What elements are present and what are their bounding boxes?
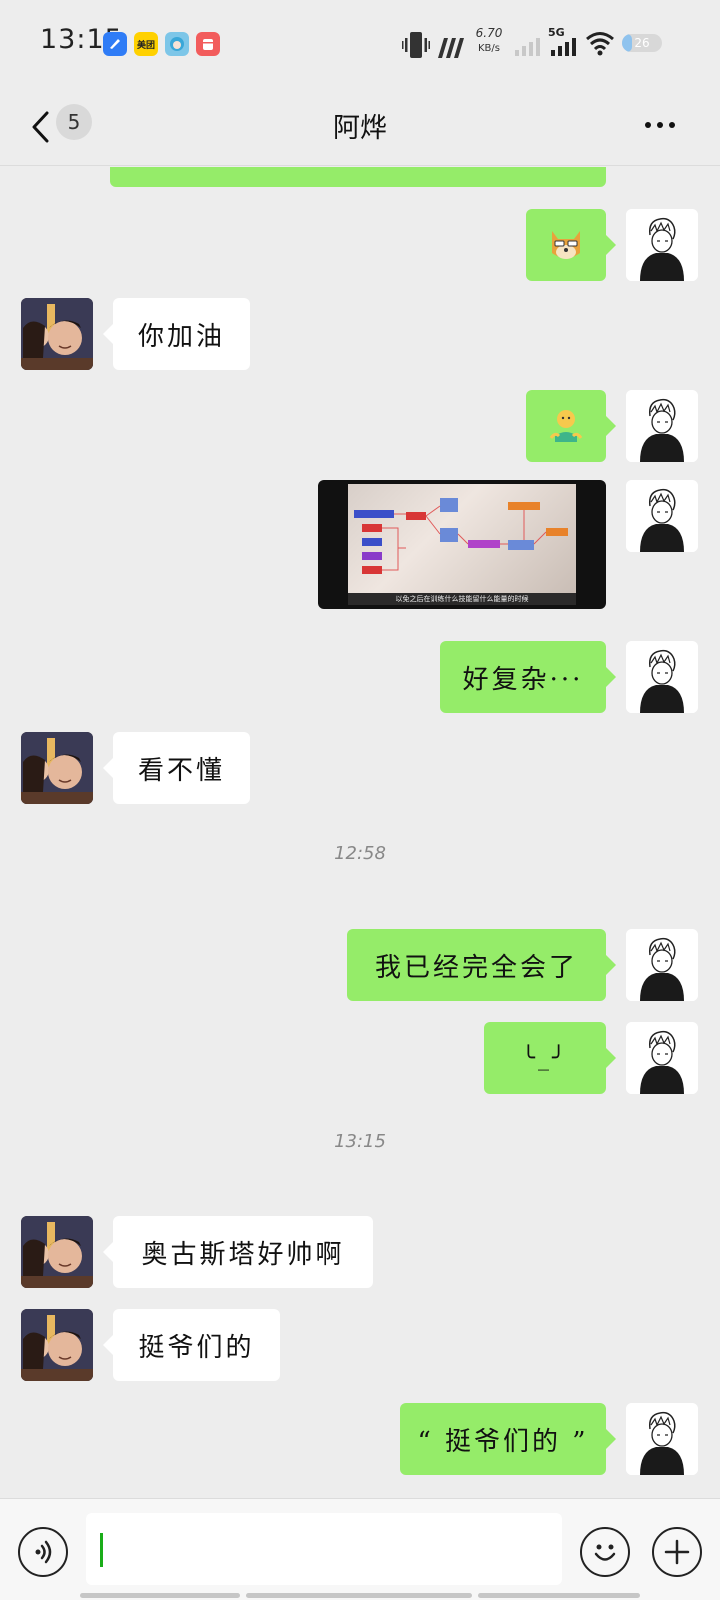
message-bubble-text[interactable]: “ 挺爷们的 ” — [400, 1403, 616, 1475]
message-bubble-sticker[interactable] — [526, 209, 616, 281]
self-avatar[interactable] — [626, 1022, 698, 1094]
message-list[interactable]: 你加油 以免之后在训练什么技能留什么能量的时候 好复杂··· 看不懂 12:58… — [0, 167, 720, 1497]
message-text: 奥古斯塔好帅啊 — [141, 1239, 345, 1270]
contact-avatar[interactable] — [21, 298, 93, 370]
message-bubble-sticker[interactable] — [526, 390, 616, 462]
gesture-bar-left — [80, 1593, 240, 1598]
battery-icon: 26 — [622, 34, 662, 52]
message-bubble-text[interactable]: 看不懂 — [103, 732, 250, 804]
smiley-icon — [594, 1544, 616, 1561]
contact-avatar[interactable] — [21, 1216, 93, 1288]
video-caption: 以免之后在训练什么技能留什么能量的时候 — [348, 593, 576, 605]
signal-5g-icon: 5G — [548, 26, 580, 58]
message-input[interactable] — [86, 1513, 562, 1585]
message-text: 好复杂··· — [462, 664, 584, 695]
more-functions-button[interactable] — [652, 1527, 702, 1577]
message-text: 你加油 — [137, 321, 225, 352]
message-text: 看不懂 — [137, 755, 225, 786]
chat-title: 阿烨 — [333, 113, 387, 144]
plus-icon — [664, 1539, 690, 1565]
video-frame — [348, 484, 576, 594]
input-bar — [0, 1498, 720, 1600]
message-text: 我已经完全会了 — [374, 952, 578, 983]
self-avatar[interactable] — [626, 480, 698, 552]
text-caret — [100, 1533, 103, 1567]
message-bubble-text[interactable]: 挺爷们的 — [103, 1309, 280, 1381]
voice-icon — [35, 1540, 52, 1564]
network-speed-value: 6.70 — [475, 26, 503, 40]
contact-avatar[interactable] — [21, 732, 93, 804]
signal-sim1-icon — [515, 38, 540, 56]
timestamp-separator: 12:58 — [334, 843, 386, 864]
status-bar: 13:15 美团 6.70 KB/s 5G 26 — [0, 0, 720, 88]
message-bubble-text[interactable]: 好复杂··· — [440, 641, 616, 713]
voice-input-button[interactable] — [18, 1527, 68, 1577]
emoji-button[interactable] — [580, 1527, 630, 1577]
self-avatar[interactable] — [626, 641, 698, 713]
message-text: ╰_╯ — [521, 1045, 569, 1071]
wifi-icon — [586, 32, 614, 56]
self-avatar[interactable] — [626, 929, 698, 1001]
message-bubble-partial[interactable] — [110, 167, 606, 187]
contact-avatar[interactable] — [21, 1309, 93, 1381]
self-avatar[interactable] — [626, 390, 698, 462]
timestamp-separator: 13:15 — [334, 1131, 386, 1152]
network-speed: 6.70 KB/s — [474, 26, 504, 66]
self-avatar[interactable] — [626, 1403, 698, 1475]
red-app-icon — [196, 32, 220, 56]
message-bubble-text[interactable]: 我已经完全会了 — [347, 929, 616, 1001]
vibrate-icon — [402, 32, 430, 58]
doge-icon — [552, 231, 580, 259]
gesture-bar-center — [246, 1593, 472, 1598]
battery-level: 26 — [634, 36, 650, 50]
person-shrug-icon — [549, 410, 583, 442]
message-bubble-text[interactable]: ╰_╯ — [484, 1022, 616, 1094]
video-message[interactable]: 以免之后在训练什么技能留什么能量的时候 — [318, 480, 606, 609]
meituan-icon: 美团 — [134, 32, 158, 56]
gesture-bar-right — [478, 1593, 640, 1598]
app-blue-icon — [103, 32, 127, 56]
chat-header: 5 阿烨 — [0, 88, 720, 166]
more-options-icon[interactable] — [640, 118, 680, 132]
self-avatar[interactable] — [626, 209, 698, 281]
message-text: “ 挺爷们的 ” — [417, 1426, 589, 1457]
anime-app-icon — [165, 32, 189, 56]
message-text: 挺爷们的 — [138, 1332, 255, 1363]
message-bubble-text[interactable]: 奥古斯塔好帅啊 — [103, 1216, 373, 1288]
network-speed-unit: KB/s — [478, 43, 500, 54]
message-bubble-text[interactable]: 你加油 — [103, 298, 250, 370]
nfc-icon — [438, 38, 464, 58]
